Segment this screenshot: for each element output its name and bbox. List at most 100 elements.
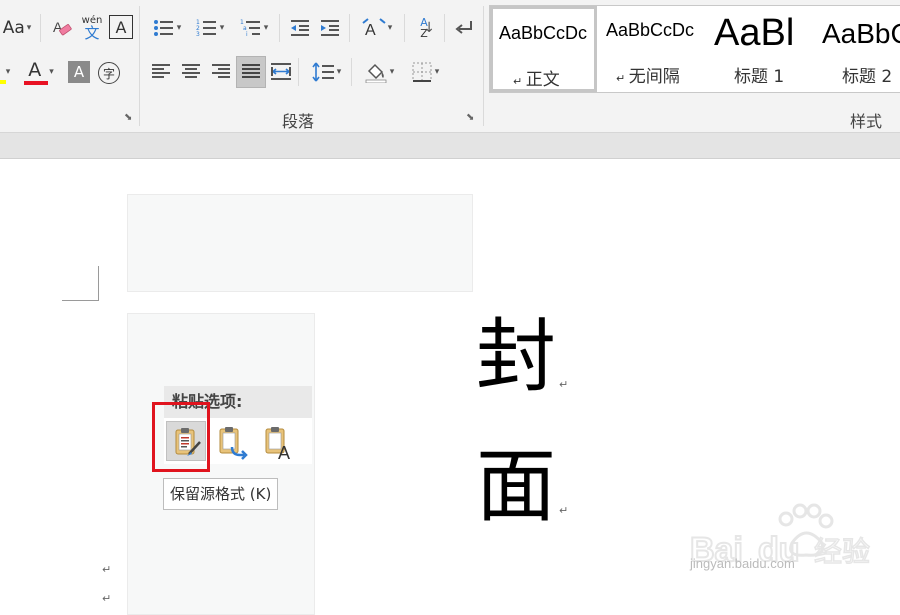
- multilevel-list-icon: 1 a i: [240, 19, 260, 38]
- character-shading-button[interactable]: A: [68, 61, 90, 83]
- chevron-down-icon: ▾: [49, 67, 54, 77]
- paragraph-group-label: 段落: [282, 112, 315, 131]
- change-case-label: Aa: [2, 18, 25, 38]
- character-border-label: A: [115, 17, 127, 37]
- paste-merge-button[interactable]: [212, 421, 252, 461]
- enclose-char-icon: 字: [98, 62, 120, 84]
- align-right-icon: [212, 64, 230, 78]
- watermark-url: jingyan.baidu.com: [690, 556, 795, 571]
- decrease-indent-icon: [291, 20, 309, 36]
- phonetic-char: 文: [84, 23, 100, 42]
- highlight-color-button[interactable]: ▾: [0, 58, 14, 86]
- style-name: 标题 1: [734, 67, 785, 87]
- separator: [298, 58, 299, 86]
- separator: [279, 14, 280, 42]
- cover-char-1: 封: [476, 310, 556, 403]
- separator: [404, 14, 405, 42]
- text-box-top[interactable]: [127, 194, 473, 292]
- character-shading-label: A: [73, 63, 85, 81]
- ruler-strip: [0, 133, 900, 159]
- group-separator: [139, 6, 140, 126]
- style-preview: AaBbCcDc: [606, 20, 695, 40]
- chevron-down-icon: ▾: [176, 23, 182, 33]
- eraser-icon: A: [53, 19, 72, 36]
- increase-indent-icon: [321, 20, 339, 36]
- style-heading-1[interactable]: AaBl 标题 1: [708, 6, 816, 92]
- line-spacing-icon: [312, 62, 334, 82]
- group-separator: [483, 6, 484, 126]
- paragraph-mark: ↵: [559, 504, 569, 517]
- multilevel-list-button[interactable]: 1 a i ▾: [234, 14, 274, 42]
- paint-bucket-icon: [365, 63, 387, 83]
- selection-highlight-box: [152, 402, 210, 472]
- distributed-button[interactable]: [268, 58, 294, 86]
- baidu-watermark-logo: Bai du 经验: [689, 503, 871, 570]
- increase-indent-button[interactable]: [316, 14, 344, 42]
- borders-button[interactable]: ▾: [404, 58, 446, 86]
- chinese-layout-button[interactable]: A ▾: [356, 14, 398, 42]
- align-left-button[interactable]: [148, 58, 174, 86]
- svg-text:A: A: [278, 443, 290, 461]
- svg-text:A: A: [365, 22, 376, 39]
- paste-merge-icon: [219, 427, 248, 460]
- enclose-char-label: 字: [102, 66, 115, 81]
- sort-arrow-icon: ↓: [423, 20, 435, 36]
- chevron-down-icon: ▾: [26, 23, 32, 33]
- page-corner-mark: [62, 266, 99, 301]
- borders-icon: [412, 62, 432, 82]
- font-color-bar: [24, 81, 48, 85]
- paragraph-mark-icon: ↵: [513, 75, 526, 88]
- style-name: 标题 2: [842, 67, 893, 87]
- line-spacing-button[interactable]: ▾: [305, 58, 347, 86]
- align-right-button[interactable]: [208, 58, 234, 86]
- justify-icon: [242, 64, 260, 78]
- sort-button[interactable]: A Z ↓: [410, 12, 438, 44]
- style-preview: AaBl: [714, 12, 795, 54]
- styles-group-label: 样式: [850, 112, 883, 131]
- document-area[interactable]: 封 ↵ 面 ↵ ↵ ↵ 粘贴选项: A 保留源格式 (K) Bai du 经验: [0, 159, 900, 615]
- separator: [349, 14, 350, 42]
- paragraph-mark: ↵: [102, 563, 112, 576]
- chevron-down-icon: ▾: [5, 67, 11, 77]
- justify-button[interactable]: [236, 56, 266, 88]
- bullets-icon: [153, 20, 173, 36]
- font-color-button[interactable]: A ▾: [20, 58, 62, 86]
- svg-text:3: 3: [196, 31, 200, 38]
- font-dialog-launcher-icon[interactable]: ⬊: [124, 113, 134, 123]
- ribbon: Aa ▾ A wén 文 A ▾ A ▾ A 字 ⬊ ▾ 1 2 3 ▾ 1 a…: [0, 0, 900, 133]
- show-hide-marks-button[interactable]: [450, 14, 478, 42]
- decrease-indent-button[interactable]: [286, 14, 314, 42]
- style-preview: AaBbC: [822, 18, 900, 49]
- enclose-characters-button[interactable]: 字: [96, 59, 122, 87]
- numbering-button[interactable]: 1 2 3 ▾: [190, 14, 230, 42]
- character-border-button[interactable]: A: [109, 15, 133, 39]
- paste-text-only-button[interactable]: A: [258, 421, 298, 463]
- align-center-button[interactable]: [178, 58, 204, 86]
- clear-formatting-button[interactable]: A: [48, 14, 76, 42]
- phonetic-guide-button[interactable]: wén 文: [78, 12, 106, 44]
- chevron-down-icon: ▾: [263, 23, 269, 33]
- paragraph-dialog-launcher-icon[interactable]: ⬊: [466, 113, 476, 123]
- style-heading-2[interactable]: AaBbC 标题 2: [816, 6, 900, 92]
- style-normal[interactable]: AaBbCcDc ↵ 正文: [490, 6, 597, 92]
- chevron-down-icon: ▾: [219, 23, 225, 33]
- svg-text:i: i: [246, 31, 248, 38]
- paragraph-mark-icon: ↵: [616, 72, 629, 85]
- paste-text-only-icon: A: [265, 427, 290, 463]
- separator: [444, 14, 445, 42]
- chinese-layout-icon: A: [362, 18, 386, 39]
- change-case-button[interactable]: Aa ▾: [0, 14, 34, 42]
- styles-gallery: AaBbCcDc ↵ 正文 AaBbCcDc ↵ 无间隔 AaBl 标题 1 A…: [489, 5, 900, 93]
- style-name: ↵ 无间隔: [616, 67, 680, 87]
- bullets-button[interactable]: ▾: [148, 14, 186, 42]
- chevron-down-icon: ▾: [336, 67, 342, 77]
- style-preview: AaBbCcDc: [499, 23, 588, 43]
- distributed-icon: [271, 63, 291, 80]
- paragraph-mark-icon: [455, 21, 472, 34]
- shading-button[interactable]: ▾: [358, 58, 400, 86]
- svg-text:经验: 经验: [814, 535, 870, 568]
- align-center-icon: [182, 64, 200, 78]
- style-no-spacing[interactable]: AaBbCcDc ↵ 无间隔: [600, 6, 708, 92]
- numbering-icon: 1 2 3: [196, 19, 216, 38]
- paragraph-mark: ↵: [559, 378, 569, 391]
